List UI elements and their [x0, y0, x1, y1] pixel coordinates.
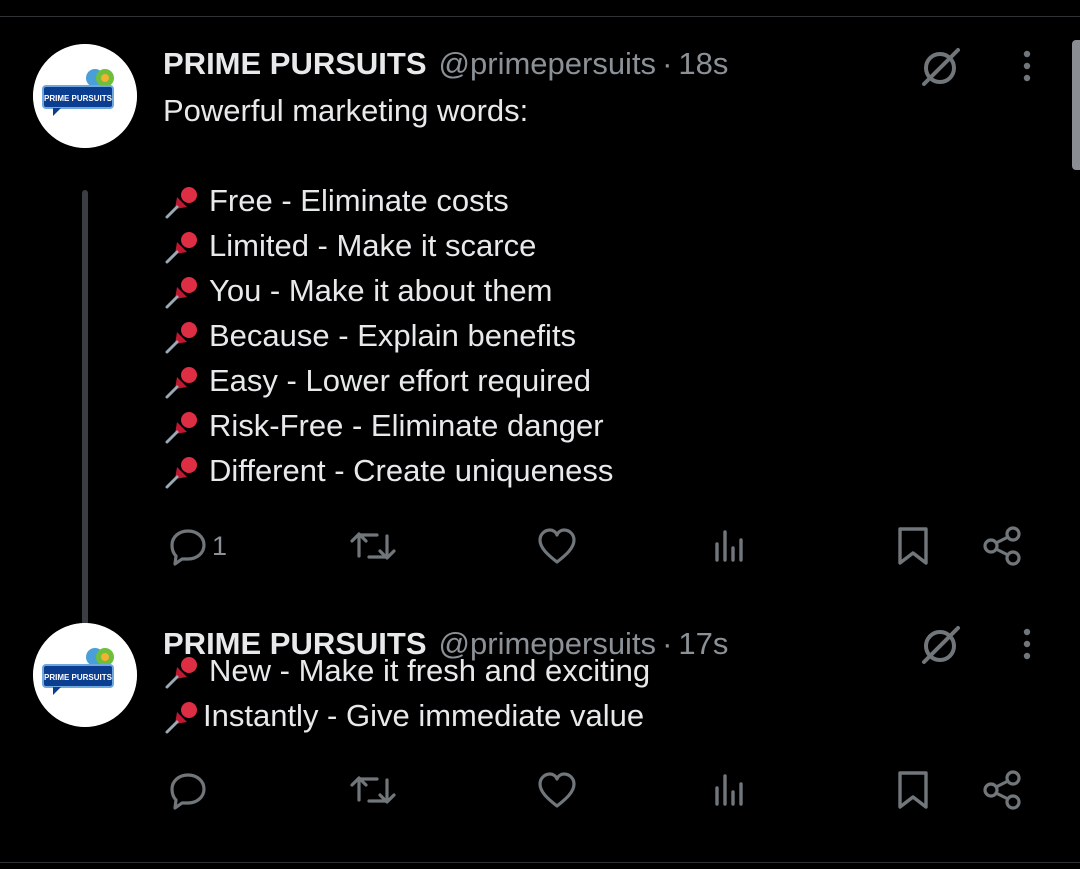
pushpin-icon: [163, 451, 203, 491]
timestamp[interactable]: 18s: [678, 46, 728, 82]
tweet-line: New - Make it fresh and exciting: [163, 648, 650, 693]
bookmark-icon: [898, 527, 928, 565]
grok-icon[interactable]: [918, 622, 964, 668]
repost-arrows-icon: [350, 532, 396, 560]
tweet-action-bar: [0, 760, 1080, 820]
pushpin-icon: [163, 651, 203, 691]
tweet-line-text: Instantly - Give immediate value: [203, 698, 645, 733]
tweet-line: Easy - Lower effort required: [163, 358, 613, 403]
repost-button[interactable]: [349, 760, 397, 820]
heart-icon: [538, 528, 576, 564]
bookmark-icon: [898, 771, 928, 809]
pushpin-icon: [163, 696, 203, 736]
avatar[interactable]: PRIME PURSUITS: [33, 44, 137, 148]
more-options-icon[interactable]: [1012, 46, 1042, 86]
tweet[interactable]: PRIME PURSUITS PRIME PURSUITS @primepers…: [0, 620, 1080, 850]
share-button[interactable]: [980, 516, 1024, 576]
heart-icon: [538, 772, 576, 808]
tweet-line-text: Easy - Lower effort required: [209, 363, 591, 398]
tweet-line-text: You - Make it about them: [209, 273, 553, 308]
pushpin-icon: [163, 271, 203, 311]
tweet-line: Powerful marketing words:: [163, 88, 613, 133]
tweet-line-text: Free - Eliminate costs: [209, 183, 509, 218]
bar-chart-icon: [715, 530, 743, 562]
tweet-line-text: New - Make it fresh and exciting: [209, 653, 651, 688]
tweet-header: PRIME PURSUITS @primepersuits · 18s: [163, 43, 728, 85]
tweet-line-text: Powerful marketing words:: [163, 93, 529, 128]
separator-dot: ·: [662, 626, 673, 661]
more-options-icon[interactable]: [1012, 624, 1042, 664]
bookmark-button[interactable]: [895, 516, 931, 576]
top-divider: [0, 16, 1080, 17]
reply-button[interactable]: [168, 760, 212, 820]
tweet-text: Powerful marketing words: Free - Elimina…: [163, 88, 613, 493]
speech-bubble-icon: [170, 773, 206, 810]
reply-count: 1: [212, 530, 228, 561]
tweet-line: Free - Eliminate costs: [163, 178, 613, 223]
bookmark-button[interactable]: [895, 760, 931, 820]
tweet-line-text: Because - Explain benefits: [209, 318, 577, 353]
author-name[interactable]: PRIME PURSUITS: [163, 46, 427, 82]
avatar-logo-text: PRIME PURSUITS: [44, 673, 113, 682]
share-nodes-icon: [983, 526, 1021, 566]
pushpin-icon: [163, 406, 203, 446]
avatar[interactable]: PRIME PURSUITS: [33, 623, 137, 727]
tweet-line-text: Risk-Free - Eliminate danger: [209, 408, 604, 443]
pushpin-icon: [163, 226, 203, 266]
tweet-line-text: Different - Create uniqueness: [209, 453, 614, 488]
tweet-line-text: Limited - Make it scarce: [209, 228, 537, 263]
views-button[interactable]: [713, 516, 749, 576]
like-button[interactable]: [536, 760, 578, 820]
pushpin-icon: [163, 361, 203, 401]
bottom-divider: [0, 862, 1080, 863]
tweet-line: You - Make it about them: [163, 268, 613, 313]
tweet-line: Different - Create uniqueness: [163, 448, 613, 493]
tweet-line: Because - Explain benefits: [163, 313, 613, 358]
speech-bubble-icon: [170, 529, 206, 566]
grok-icon[interactable]: [918, 44, 964, 90]
separator-dot: ·: [662, 46, 673, 81]
repost-arrows-icon: [350, 776, 396, 804]
share-button[interactable]: [980, 760, 1024, 820]
bar-chart-icon: [715, 774, 743, 806]
prime-pursuits-logo-icon: PRIME PURSUITS: [33, 44, 137, 148]
thread-connector-line: [82, 190, 88, 655]
reply-button[interactable]: 1: [168, 516, 227, 576]
pushpin-icon: [163, 181, 203, 221]
repost-button[interactable]: [349, 516, 397, 576]
tweet-line: Instantly - Give immediate value: [163, 693, 650, 738]
prime-pursuits-logo-icon: PRIME PURSUITS: [33, 623, 137, 727]
tweet-text: New - Make it fresh and exciting Instant…: [163, 648, 650, 738]
tweet-line: Limited - Make it scarce: [163, 223, 613, 268]
share-nodes-icon: [983, 770, 1021, 810]
like-button[interactable]: [536, 516, 578, 576]
avatar-logo-text: PRIME PURSUITS: [44, 94, 113, 103]
pushpin-icon: [163, 316, 203, 356]
views-button[interactable]: [713, 760, 749, 820]
timestamp[interactable]: 17s: [678, 626, 728, 662]
tweet[interactable]: PRIME PURSUITS PRIME PURSUITS @primepers…: [0, 40, 1080, 655]
author-handle[interactable]: @primepersuits: [439, 46, 657, 82]
tweet-action-bar: 1: [0, 516, 1080, 576]
tweet-line: Risk-Free - Eliminate danger: [163, 403, 613, 448]
